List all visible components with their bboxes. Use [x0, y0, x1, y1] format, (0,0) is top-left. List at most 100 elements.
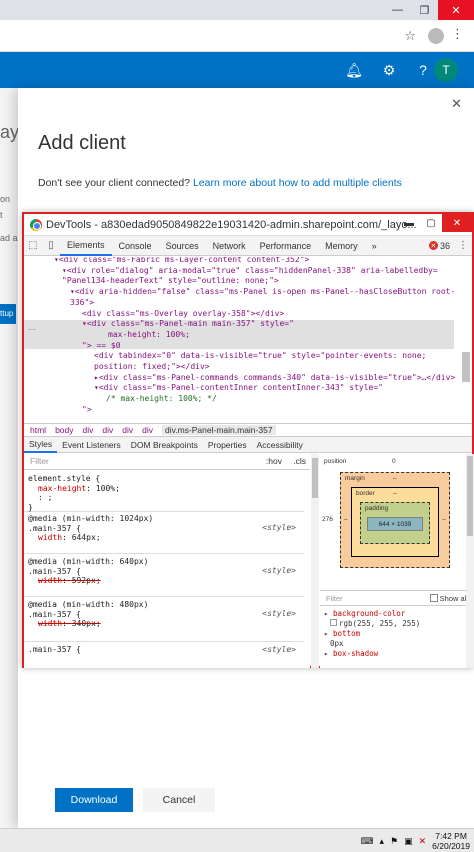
- minimize-button[interactable]: —: [384, 0, 411, 20]
- style-rule[interactable]: @media (min-width: 640px) .main-357 {widt…: [24, 557, 304, 597]
- tree-line[interactable]: ">: [82, 405, 92, 415]
- tree-line[interactable]: position: fixed;"></div>: [94, 362, 210, 372]
- content-box[interactable]: 644 × 1039: [367, 517, 423, 531]
- style-rule[interactable]: @media (min-width: 1024px) .main-357 {wid…: [24, 514, 304, 554]
- styles-tab[interactable]: Event Listeners: [57, 437, 126, 453]
- hov-toggle[interactable]: :hov: [266, 456, 282, 467]
- tree-line[interactable]: /* max-height: 100%; */: [106, 394, 217, 404]
- computed-row[interactable]: ▸ box-shadow: [324, 649, 474, 659]
- style-property[interactable]: max-height: 100%;: [28, 484, 304, 494]
- tree-line[interactable]: "Panel134-headerText" style="outline: no…: [62, 276, 279, 286]
- tree-line[interactable]: "> == $0: [82, 341, 121, 351]
- tab-performance[interactable]: Performance: [253, 236, 319, 256]
- computed-row[interactable]: 0px: [324, 639, 474, 649]
- styles-filter[interactable]: Filter :hov .cls: [24, 454, 310, 470]
- padding-box[interactable]: padding 644 × 1039: [360, 502, 430, 544]
- bell-icon[interactable]: 🔔︎: [342, 58, 366, 82]
- keyboard-icon[interactable]: ⌨: [361, 836, 374, 847]
- minimize-button[interactable]: ▬: [398, 214, 420, 232]
- profile-icon[interactable]: [428, 28, 444, 44]
- maximize-button[interactable]: ▢: [420, 214, 442, 232]
- styles-tab[interactable]: Styles: [24, 437, 58, 453]
- help-button[interactable]: ?: [411, 58, 435, 82]
- close-button[interactable]: ✕: [438, 0, 474, 20]
- cancel-button[interactable]: Cancel: [143, 788, 215, 812]
- clock-date: 6/20/2019: [432, 841, 470, 851]
- background-text: t: [0, 210, 3, 220]
- style-property[interactable]: width: 592px;: [28, 576, 304, 586]
- star-icon[interactable]: ☆: [404, 28, 416, 44]
- close-button[interactable]: ✕: [442, 214, 472, 232]
- tree-line[interactable]: ▾<div role="dialog" aria-modal="true" cl…: [62, 266, 438, 276]
- breadcrumb-item[interactable]: div: [83, 425, 94, 435]
- tree-line[interactable]: ▸<div class="ms-Panel-commands commands-…: [94, 373, 455, 383]
- style-property[interactable]: width: 340px;: [28, 619, 304, 629]
- tree-line[interactable]: 336">: [70, 298, 94, 308]
- flag-icon[interactable]: ⚑: [390, 836, 398, 847]
- tab-memory[interactable]: Memory: [318, 236, 365, 256]
- suite-header: 🔔︎ ⚙ ? T: [0, 52, 474, 88]
- computed-filter[interactable]: Filter Show all: [320, 590, 474, 606]
- network-icon[interactable]: ▣: [404, 836, 413, 847]
- download-button[interactable]: Download: [55, 788, 133, 812]
- menu-icon[interactable]: ⋮: [451, 26, 464, 42]
- tree-line[interactable]: ▾<div class="ms-Panel-contentInner conte…: [94, 383, 383, 393]
- breadcrumb-item[interactable]: div: [142, 425, 153, 435]
- property-value: 100%;: [95, 483, 120, 493]
- computed-row[interactable]: ▸ bottom: [324, 629, 474, 639]
- rule-selector: element.style {: [28, 474, 101, 483]
- tab-sources[interactable]: Sources: [159, 236, 206, 256]
- computed-row[interactable]: ▸ background-color: [324, 609, 474, 619]
- style-rule[interactable]: .main-357 {<style>: [24, 645, 304, 668]
- styles-tab[interactable]: Properties: [203, 437, 252, 453]
- color-swatch[interactable]: [330, 619, 337, 626]
- style-property[interactable]: : ;: [28, 493, 304, 503]
- device-toolbar-icon[interactable]: ▯: [42, 236, 60, 256]
- computed-property: box-shadow: [333, 649, 379, 658]
- gear-icon[interactable]: ⚙: [377, 58, 401, 82]
- rule-source-link[interactable]: <style>: [262, 523, 296, 533]
- style-property[interactable]: width: 644px;: [28, 533, 304, 543]
- learn-more-link[interactable]: Learn more about how to add multiple cli…: [193, 177, 402, 189]
- avatar[interactable]: T: [434, 58, 458, 82]
- rule-source-link[interactable]: <style>: [262, 566, 296, 576]
- breadcrumb-item[interactable]: html: [30, 425, 46, 435]
- tree-line[interactable]: ▾<div class="ms-Fabric ms-Layer-content …: [54, 257, 309, 265]
- breadcrumb-item[interactable]: div: [122, 425, 133, 435]
- styles-tab[interactable]: Accessibility: [252, 437, 308, 453]
- settings-icon[interactable]: ⋮: [454, 236, 472, 256]
- breadcrumb-item[interactable]: body: [55, 425, 73, 435]
- tree-line[interactable]: ▾<div class="ms-Panel-main main-357" sty…: [82, 319, 294, 329]
- tab-elements[interactable]: Elements: [60, 236, 112, 256]
- close-icon[interactable]: ✕: [451, 96, 462, 112]
- breadcrumb-item[interactable]: div.ms-Panel-main.main-357: [162, 425, 276, 435]
- styles-scrollbar[interactable]: [311, 454, 319, 668]
- show-all-toggle[interactable]: Show all: [429, 594, 468, 603]
- tree-line[interactable]: max-height: 100%;: [108, 330, 190, 340]
- computed-row[interactable]: rgb(255, 255, 255): [324, 619, 474, 629]
- styles-tab[interactable]: DOM Breakpoints: [126, 437, 203, 453]
- restore-button[interactable]: ❐: [411, 0, 438, 20]
- style-rule[interactable]: @media (min-width: 480px) .main-357 {widt…: [24, 600, 304, 642]
- inspect-icon[interactable]: ⬚: [24, 236, 42, 256]
- breadcrumb-item[interactable]: div: [102, 425, 113, 435]
- border-box[interactable]: border – padding 644 × 1039: [351, 487, 439, 557]
- show-all-checkbox[interactable]: [429, 594, 438, 602]
- error-counter[interactable]: ✕ 36: [428, 241, 454, 251]
- expand-tray-icon[interactable]: ▴: [380, 836, 385, 847]
- rule-source-link[interactable]: <style>: [262, 609, 296, 619]
- volume-icon[interactable]: ✕: [419, 836, 427, 847]
- computed-scrollbar[interactable]: [466, 454, 474, 668]
- tree-line[interactable]: <div class="ms-Overlay overlay-358"></di…: [82, 309, 284, 319]
- margin-box[interactable]: margin – – – border – padding 644 × 1039: [340, 472, 450, 568]
- clock[interactable]: 7:42 PM 6/20/2019: [432, 831, 470, 851]
- rule-source-link[interactable]: <style>: [262, 645, 296, 655]
- tab-network[interactable]: Network: [206, 236, 253, 256]
- tab-console[interactable]: Console: [112, 236, 159, 256]
- more-tabs-button[interactable]: »: [365, 236, 384, 256]
- tree-line[interactable]: <div tabindex="0" data-is-visible="true"…: [94, 351, 426, 361]
- tree-scrollbar[interactable]: [462, 352, 470, 382]
- cls-toggle[interactable]: .cls: [293, 456, 306, 467]
- tree-line[interactable]: ▾<div aria-hidden="false" class="ms-Pane…: [70, 287, 455, 297]
- style-rule[interactable]: element.style {max-height: 100%;: ;}: [24, 474, 304, 512]
